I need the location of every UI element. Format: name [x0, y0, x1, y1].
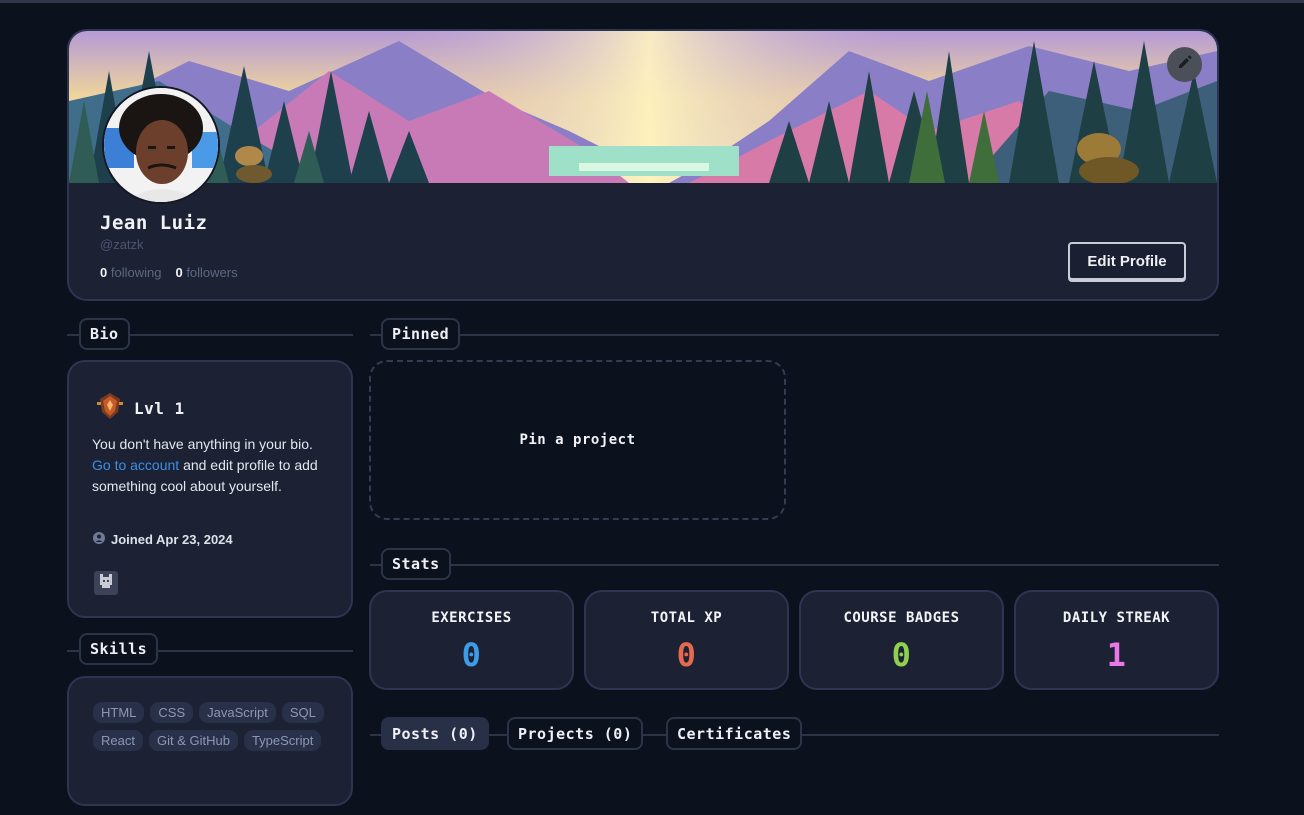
profile-handle: @zatzk — [100, 237, 144, 252]
tab-certificates[interactable]: Certificates — [666, 717, 803, 750]
level-badge: Lvl 1 — [96, 392, 185, 424]
stat-label: EXERCISES — [431, 610, 512, 626]
skill-chip[interactable]: JavaScript — [199, 702, 276, 723]
pinned-divider — [370, 334, 1219, 336]
skill-chip[interactable]: CSS — [150, 702, 194, 723]
stat-value: 1 — [1106, 636, 1127, 674]
following-label: following — [110, 265, 162, 280]
stat-value: 0 — [891, 636, 912, 674]
stats-section-label: Stats — [381, 548, 451, 580]
profile-name: Jean Luiz — [100, 212, 208, 234]
bio-card: Lvl 1 You don't have anything in your bi… — [67, 360, 353, 618]
stat-card-exercises: EXERCISES 0 — [369, 590, 574, 690]
github-icon — [97, 572, 115, 595]
level-emblem-icon — [96, 392, 124, 424]
followers-count: 0 — [175, 265, 183, 280]
bio-section-label: Bio — [79, 318, 130, 350]
stat-value: 0 — [676, 636, 697, 674]
skill-chip[interactable]: SQL — [281, 702, 324, 723]
tab-projects[interactable]: Projects (0) — [507, 717, 644, 750]
skill-chip[interactable]: React — [93, 730, 143, 751]
pencil-icon — [1177, 54, 1193, 75]
skill-chip[interactable]: Git & GitHub — [148, 730, 238, 751]
go-to-account-link[interactable]: Go to account — [92, 457, 179, 473]
skill-chip[interactable]: HTML — [93, 702, 145, 723]
skill-chip[interactable]: TypeScript — [243, 730, 322, 751]
followers-link[interactable]: 0 followers — [175, 265, 237, 280]
edit-banner-button[interactable] — [1167, 47, 1202, 82]
stat-card-course-badges: COURSE BADGES 0 — [799, 590, 1004, 690]
level-label: Lvl 1 — [134, 398, 185, 418]
stats-divider — [370, 564, 1219, 566]
stat-label: COURSE BADGES — [843, 610, 960, 626]
profile-header-card: Jean Luiz @zatzk 0 following 0 followers … — [67, 29, 1219, 301]
follow-stats: 0 following 0 followers — [100, 265, 238, 280]
edit-profile-button[interactable]: Edit Profile — [1068, 242, 1186, 280]
bio-text-before: You don't have anything in your bio. — [92, 436, 313, 452]
followers-label: followers — [186, 265, 238, 280]
pin-project-button[interactable]: Pin a project — [369, 360, 786, 520]
skills-list: HTML CSS JavaScript SQL React Git & GitH… — [93, 702, 339, 751]
bio-text: You don't have anything in your bio. Go … — [92, 434, 332, 497]
following-link[interactable]: 0 following — [100, 265, 161, 280]
stat-label: DAILY STREAK — [1062, 610, 1171, 626]
stat-card-daily-streak: DAILY STREAK 1 — [1014, 590, 1219, 690]
stat-value: 0 — [461, 636, 482, 674]
profile-banner — [69, 31, 1217, 183]
avatar[interactable] — [102, 86, 220, 204]
stat-label: TOTAL XP — [650, 610, 723, 626]
pinned-section-label: Pinned — [381, 318, 461, 350]
stat-card-total-xp: TOTAL XP 0 — [584, 590, 789, 690]
github-link[interactable] — [94, 571, 118, 595]
joined-label: Joined Apr 23, 2024 — [111, 532, 233, 547]
skills-section-label: Skills — [79, 633, 159, 665]
following-count: 0 — [100, 265, 108, 280]
skills-card: HTML CSS JavaScript SQL React Git & GitH… — [67, 676, 353, 806]
tab-posts[interactable]: Posts (0) — [381, 717, 489, 750]
top-border — [0, 0, 1304, 3]
joined-date: Joined Apr 23, 2024 — [93, 532, 233, 547]
user-circle-icon — [93, 532, 105, 547]
